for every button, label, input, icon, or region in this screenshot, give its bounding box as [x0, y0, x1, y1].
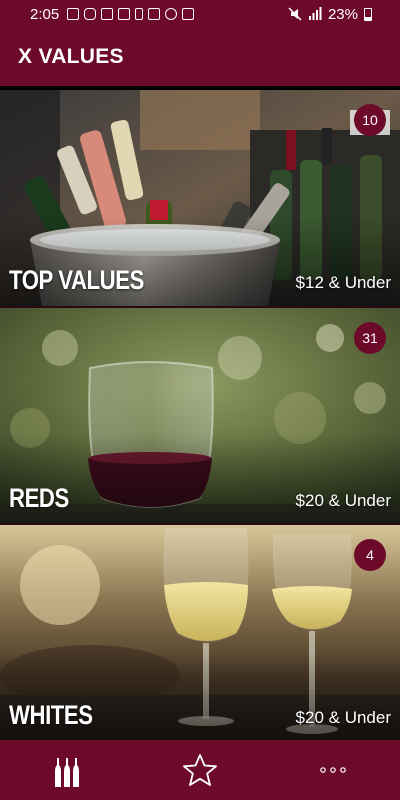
item-count-badge: 10: [354, 104, 386, 136]
mute-icon: [288, 7, 302, 21]
item-count-badge: 4: [354, 539, 386, 571]
category-tile-whites[interactable]: 4 WHITES $20 & Under: [0, 525, 400, 741]
category-name: WHITES: [9, 700, 93, 730]
more-icon: [320, 767, 346, 773]
category-name: REDS: [9, 483, 69, 513]
wine-bottles-icon: [55, 758, 79, 787]
battery-icon: [364, 7, 372, 21]
weather-icon: [165, 8, 178, 20]
app-bar: X VALUES: [0, 28, 400, 86]
status-bar: 2:05 23%: [0, 0, 400, 28]
nav-wines-button[interactable]: [27, 740, 107, 800]
notification-icons: [67, 8, 195, 20]
instagram-icon: [84, 8, 97, 20]
system-icons: 23%: [288, 0, 372, 28]
item-count-badge: 31: [354, 322, 386, 354]
nav-more-button[interactable]: [293, 740, 373, 800]
nav-favorites-button[interactable]: [160, 740, 240, 800]
photo-icon: [101, 8, 114, 20]
calendar-icon: [67, 8, 80, 20]
battery-percent: 23%: [327, 5, 358, 23]
category-price: $12 & Under: [295, 273, 391, 292]
bottom-navigation: [0, 740, 400, 800]
mail-icon: [118, 8, 131, 20]
star-icon: [183, 754, 217, 786]
status-time: 2:05: [30, 5, 60, 23]
category-price: $20 & Under: [295, 491, 391, 510]
photo-icon: [148, 8, 161, 20]
page-title: X VALUES: [18, 45, 124, 68]
category-price: $20 & Under: [295, 708, 391, 727]
category-tile-reds[interactable]: 31 REDS $20 & Under: [0, 308, 400, 524]
signal-icon: [308, 7, 322, 20]
nba-icon: [135, 8, 144, 20]
category-tile-top-values[interactable]: 10 TOP VALUES $12 & Under: [0, 90, 400, 306]
category-name: TOP VALUES: [9, 265, 144, 295]
gallery-icon: [182, 8, 195, 20]
